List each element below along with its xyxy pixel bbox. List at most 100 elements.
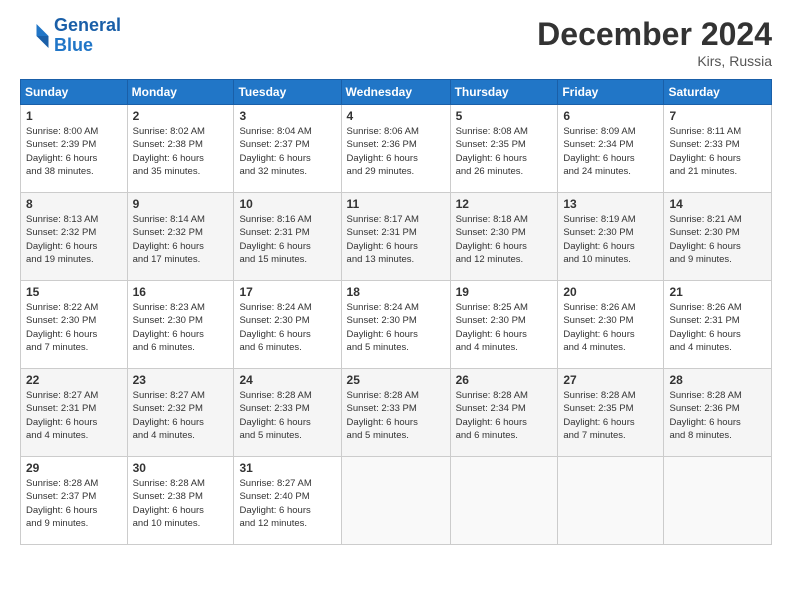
cell-w3-d4: 26 Sunrise: 8:28 AMSunset: 2:34 PMDayligh… (450, 369, 558, 457)
day-number: 6 (563, 109, 658, 123)
day-info: Sunrise: 8:24 AMSunset: 2:30 PMDaylight:… (347, 301, 445, 354)
day-info: Sunrise: 8:25 AMSunset: 2:30 PMDaylight:… (456, 301, 553, 354)
day-info: Sunrise: 8:28 AMSunset: 2:38 PMDaylight:… (133, 477, 229, 530)
cell-w1-d1: 9 Sunrise: 8:14 AMSunset: 2:32 PMDaylight… (127, 193, 234, 281)
title-block: December 2024 Kirs, Russia (537, 16, 772, 69)
header: General Blue December 2024 Kirs, Russia (20, 16, 772, 69)
cell-w2-d0: 15 Sunrise: 8:22 AMSunset: 2:30 PMDayligh… (21, 281, 128, 369)
day-number: 23 (133, 373, 229, 387)
day-number: 5 (456, 109, 553, 123)
day-info: Sunrise: 8:04 AMSunset: 2:37 PMDaylight:… (239, 125, 335, 178)
cell-w1-d5: 13 Sunrise: 8:19 AMSunset: 2:30 PMDayligh… (558, 193, 664, 281)
cell-w0-d6: 7 Sunrise: 8:11 AMSunset: 2:33 PMDaylight… (664, 105, 772, 193)
day-number: 1 (26, 109, 122, 123)
day-number: 2 (133, 109, 229, 123)
day-number: 18 (347, 285, 445, 299)
day-number: 22 (26, 373, 122, 387)
day-number: 14 (669, 197, 766, 211)
day-number: 19 (456, 285, 553, 299)
week-row-4: 29 Sunrise: 8:28 AMSunset: 2:37 PMDayligh… (21, 457, 772, 545)
day-info: Sunrise: 8:22 AMSunset: 2:30 PMDaylight:… (26, 301, 122, 354)
day-number: 26 (456, 373, 553, 387)
day-info: Sunrise: 8:14 AMSunset: 2:32 PMDaylight:… (133, 213, 229, 266)
day-number: 8 (26, 197, 122, 211)
col-thursday: Thursday (450, 80, 558, 105)
day-info: Sunrise: 8:28 AMSunset: 2:33 PMDaylight:… (239, 389, 335, 442)
day-info: Sunrise: 8:19 AMSunset: 2:30 PMDaylight:… (563, 213, 658, 266)
day-number: 27 (563, 373, 658, 387)
col-saturday: Saturday (664, 80, 772, 105)
day-info: Sunrise: 8:28 AMSunset: 2:36 PMDaylight:… (669, 389, 766, 442)
cell-w1-d2: 10 Sunrise: 8:16 AMSunset: 2:31 PMDayligh… (234, 193, 341, 281)
day-info: Sunrise: 8:23 AMSunset: 2:30 PMDaylight:… (133, 301, 229, 354)
day-info: Sunrise: 8:16 AMSunset: 2:31 PMDaylight:… (239, 213, 335, 266)
day-number: 28 (669, 373, 766, 387)
month-title: December 2024 (537, 16, 772, 53)
cell-w2-d4: 19 Sunrise: 8:25 AMSunset: 2:30 PMDayligh… (450, 281, 558, 369)
day-number: 13 (563, 197, 658, 211)
cell-w2-d6: 21Sunrise: 8:26 AMSunset: 2:31 PMDayligh… (664, 281, 772, 369)
day-number: 31 (239, 461, 335, 475)
logo: General Blue (20, 16, 121, 56)
week-row-2: 15 Sunrise: 8:22 AMSunset: 2:30 PMDayligh… (21, 281, 772, 369)
location: Kirs, Russia (537, 53, 772, 69)
cell-w4-d5 (558, 457, 664, 545)
day-info: Sunrise: 8:28 AMSunset: 2:33 PMDaylight:… (347, 389, 445, 442)
cell-w0-d0: 1 Sunrise: 8:00 AMSunset: 2:39 PMDaylight… (21, 105, 128, 193)
page: General Blue December 2024 Kirs, Russia … (0, 0, 792, 612)
cell-w2-d2: 17Sunrise: 8:24 AMSunset: 2:30 PMDayligh… (234, 281, 341, 369)
cell-w3-d0: 22 Sunrise: 8:27 AMSunset: 2:31 PMDayligh… (21, 369, 128, 457)
logo-icon (20, 21, 50, 51)
day-info: Sunrise: 8:08 AMSunset: 2:35 PMDaylight:… (456, 125, 553, 178)
day-info: Sunrise: 8:27 AMSunset: 2:40 PMDaylight:… (239, 477, 335, 530)
day-number: 24 (239, 373, 335, 387)
day-number: 11 (347, 197, 445, 211)
day-number: 29 (26, 461, 122, 475)
cell-w3-d6: 28 Sunrise: 8:28 AMSunset: 2:36 PMDayligh… (664, 369, 772, 457)
cell-w4-d4 (450, 457, 558, 545)
day-info: Sunrise: 8:11 AMSunset: 2:33 PMDaylight:… (669, 125, 766, 178)
day-number: 30 (133, 461, 229, 475)
day-number: 17 (239, 285, 335, 299)
header-row: Sunday Monday Tuesday Wednesday Thursday… (21, 80, 772, 105)
day-info: Sunrise: 8:18 AMSunset: 2:30 PMDaylight:… (456, 213, 553, 266)
day-number: 10 (239, 197, 335, 211)
cell-w0-d4: 5 Sunrise: 8:08 AMSunset: 2:35 PMDaylight… (450, 105, 558, 193)
calendar-body: 1 Sunrise: 8:00 AMSunset: 2:39 PMDaylight… (21, 105, 772, 545)
day-info: Sunrise: 8:17 AMSunset: 2:31 PMDaylight:… (347, 213, 445, 266)
cell-w3-d5: 27Sunrise: 8:28 AMSunset: 2:35 PMDayligh… (558, 369, 664, 457)
day-info: Sunrise: 8:27 AMSunset: 2:31 PMDaylight:… (26, 389, 122, 442)
day-info: Sunrise: 8:27 AMSunset: 2:32 PMDaylight:… (133, 389, 229, 442)
day-number: 15 (26, 285, 122, 299)
cell-w4-d0: 29 Sunrise: 8:28 AMSunset: 2:37 PMDayligh… (21, 457, 128, 545)
day-info: Sunrise: 8:09 AMSunset: 2:34 PMDaylight:… (563, 125, 658, 178)
cell-w4-d6 (664, 457, 772, 545)
cell-w3-d3: 25 Sunrise: 8:28 AMSunset: 2:33 PMDayligh… (341, 369, 450, 457)
day-number: 7 (669, 109, 766, 123)
col-wednesday: Wednesday (341, 80, 450, 105)
day-info: Sunrise: 8:26 AMSunset: 2:31 PMDaylight:… (669, 301, 766, 354)
day-info: Sunrise: 8:28 AMSunset: 2:37 PMDaylight:… (26, 477, 122, 530)
cell-w4-d2: 31 Sunrise: 8:27 AMSunset: 2:40 PMDayligh… (234, 457, 341, 545)
cell-w1-d4: 12Sunrise: 8:18 AMSunset: 2:30 PMDayligh… (450, 193, 558, 281)
day-number: 9 (133, 197, 229, 211)
col-friday: Friday (558, 80, 664, 105)
day-number: 20 (563, 285, 658, 299)
day-info: Sunrise: 8:02 AMSunset: 2:38 PMDaylight:… (133, 125, 229, 178)
logo-text: General Blue (54, 16, 121, 56)
day-number: 25 (347, 373, 445, 387)
day-number: 4 (347, 109, 445, 123)
cell-w4-d1: 30 Sunrise: 8:28 AMSunset: 2:38 PMDayligh… (127, 457, 234, 545)
day-info: Sunrise: 8:00 AMSunset: 2:39 PMDaylight:… (26, 125, 122, 178)
cell-w2-d5: 20 Sunrise: 8:26 AMSunset: 2:30 PMDayligh… (558, 281, 664, 369)
week-row-1: 8Sunrise: 8:13 AMSunset: 2:32 PMDaylight… (21, 193, 772, 281)
day-info: Sunrise: 8:26 AMSunset: 2:30 PMDaylight:… (563, 301, 658, 354)
cell-w1-d0: 8Sunrise: 8:13 AMSunset: 2:32 PMDaylight… (21, 193, 128, 281)
day-info: Sunrise: 8:28 AMSunset: 2:34 PMDaylight:… (456, 389, 553, 442)
cell-w3-d1: 23 Sunrise: 8:27 AMSunset: 2:32 PMDayligh… (127, 369, 234, 457)
cell-w0-d5: 6 Sunrise: 8:09 AMSunset: 2:34 PMDaylight… (558, 105, 664, 193)
cell-w2-d3: 18 Sunrise: 8:24 AMSunset: 2:30 PMDayligh… (341, 281, 450, 369)
day-info: Sunrise: 8:21 AMSunset: 2:30 PMDaylight:… (669, 213, 766, 266)
col-sunday: Sunday (21, 80, 128, 105)
cell-w1-d6: 14 Sunrise: 8:21 AMSunset: 2:30 PMDayligh… (664, 193, 772, 281)
